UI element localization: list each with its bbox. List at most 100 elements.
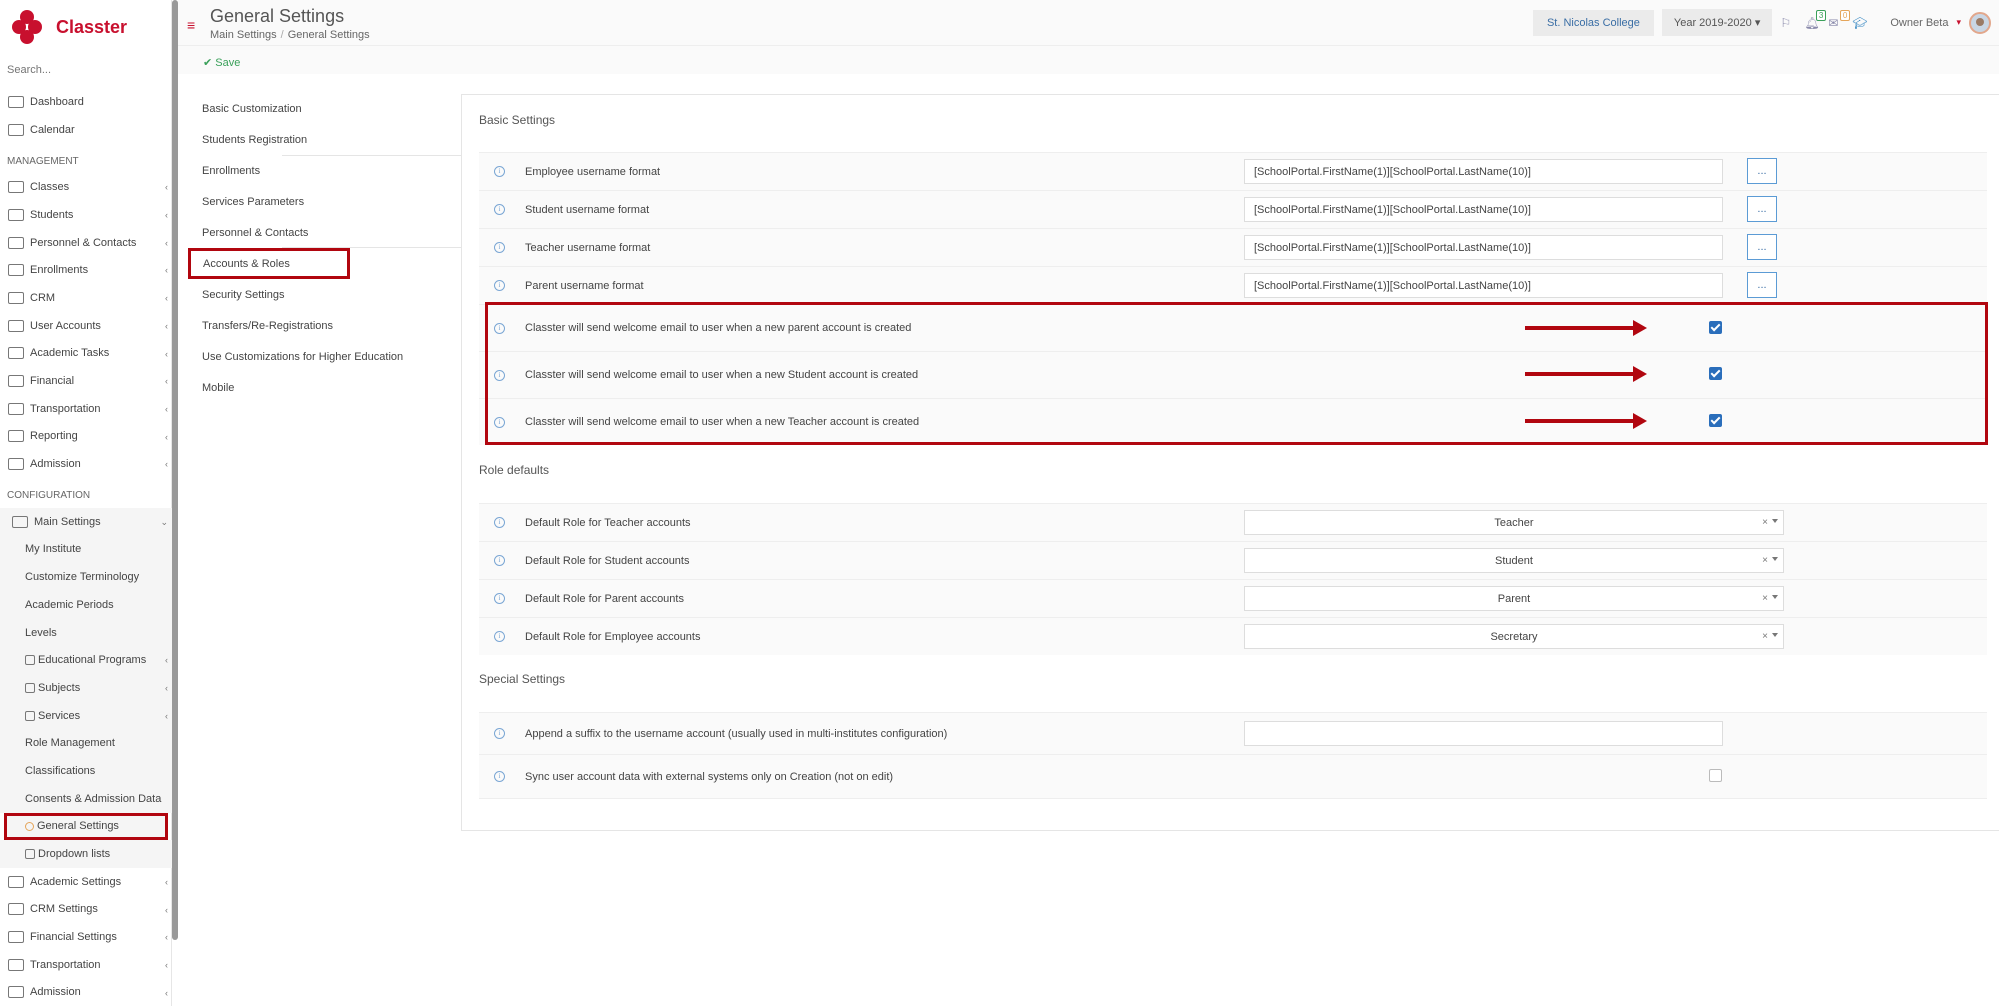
sidebar-item-subjects[interactable]: Subjects ‹ bbox=[0, 674, 172, 702]
sidebar-item-dropdown-lists[interactable]: Dropdown lists bbox=[0, 840, 172, 868]
avatar[interactable] bbox=[1969, 11, 1991, 34]
configuration-heading: CONFIGURATION bbox=[7, 490, 91, 502]
sidebar-item-consents[interactable]: Consents & Admission Data bbox=[0, 784, 172, 813]
chevron-left-icon: ‹ bbox=[165, 959, 168, 970]
clear-icon[interactable]: × bbox=[1762, 631, 1768, 642]
sidebar-item-general-settings[interactable]: General Settings bbox=[4, 812, 168, 841]
menu-higher-education[interactable]: Use Customizations for Higher Education bbox=[190, 341, 460, 372]
info-icon[interactable]: i bbox=[494, 771, 505, 782]
user-caret-icon[interactable]: ▾ bbox=[1956, 17, 1961, 28]
sidebar-item-classes[interactable]: Classes ‹ bbox=[0, 173, 172, 201]
user-name[interactable]: Owner Beta bbox=[1890, 17, 1948, 29]
sidebar-item-levels[interactable]: Levels bbox=[0, 618, 172, 647]
menu-services-parameters[interactable]: Services Parameters bbox=[190, 186, 460, 217]
sidebar-item-academic-tasks[interactable]: Academic Tasks ‹ bbox=[0, 340, 172, 368]
info-icon[interactable]: i bbox=[494, 728, 505, 739]
info-icon[interactable]: i bbox=[494, 555, 505, 566]
graduation-cap-icon[interactable]: 🎓︎ bbox=[1852, 16, 1868, 30]
clear-icon[interactable]: × bbox=[1762, 593, 1768, 604]
sidebar-scrollbar[interactable] bbox=[172, 0, 178, 940]
sidebar-item-academic-settings[interactable]: Academic Settings ‹ bbox=[0, 868, 172, 896]
student-format-more-button[interactable]: ... bbox=[1747, 196, 1777, 222]
info-icon[interactable]: i bbox=[494, 517, 505, 528]
employee-format-more-button[interactable]: ... bbox=[1747, 158, 1777, 184]
calendar-icon bbox=[8, 123, 24, 136]
info-icon[interactable]: i bbox=[494, 322, 505, 334]
year-selector-button[interactable]: Year 2019-2020 ▾ bbox=[1661, 9, 1773, 36]
menu-students-registration[interactable]: Students Registration bbox=[190, 124, 460, 155]
menu-security-settings[interactable]: Security Settings bbox=[190, 279, 460, 310]
parent-format-more-button[interactable]: ... bbox=[1747, 272, 1777, 298]
sidebar-item-classifications[interactable]: Classifications bbox=[0, 757, 172, 785]
menu-transfers[interactable]: Transfers/Re-Registrations bbox=[190, 310, 460, 341]
sidebar-item-academic-periods[interactable]: Academic Periods bbox=[0, 591, 172, 619]
parent-format-input[interactable] bbox=[1244, 273, 1723, 298]
app-logo[interactable]: Classter bbox=[12, 10, 127, 44]
annotation-arrow bbox=[1525, 413, 1647, 429]
envelope-icon[interactable]: ✉ 0 bbox=[1828, 9, 1851, 30]
sync-checkbox[interactable] bbox=[1709, 769, 1722, 782]
page-header: ≡ General Settings Main Settings / General… bbox=[178, 0, 1999, 46]
sidebar-item-financial[interactable]: Financial ‹ bbox=[0, 367, 172, 395]
clear-icon[interactable]: × bbox=[1762, 555, 1768, 566]
info-icon[interactable]: i bbox=[494, 416, 505, 428]
menu-enrollments[interactable]: Enrollments bbox=[190, 155, 460, 186]
sidebar-item-customize-terminology[interactable]: Customize Terminology bbox=[0, 563, 172, 591]
breadcrumb-main-settings[interactable]: Main Settings bbox=[210, 29, 277, 41]
menu-accounts-roles[interactable]: Accounts & Roles bbox=[188, 248, 350, 279]
sidebar-item-students[interactable]: Students ‹ bbox=[0, 201, 172, 229]
teacher-format-more-button[interactable]: ... bbox=[1747, 234, 1777, 260]
info-icon[interactable]: i bbox=[494, 593, 505, 604]
sidebar-item-personnel[interactable]: Personnel & Contacts ‹ bbox=[0, 229, 172, 257]
teacher-format-input[interactable] bbox=[1244, 235, 1723, 260]
employee-format-input[interactable] bbox=[1244, 159, 1723, 184]
sync-label: Sync user account data with external sys… bbox=[525, 770, 894, 783]
sidebar-item-main-settings[interactable]: Main Settings ⌄ bbox=[0, 507, 172, 536]
sidebar-item-user-accounts[interactable]: User Accounts ‹ bbox=[0, 312, 172, 340]
sidebar-item-educational-programs[interactable]: Educational Programs ‹ bbox=[0, 646, 172, 675]
year-label: Year 2019-2020 bbox=[1673, 17, 1752, 29]
chevron-left-icon: ‹ bbox=[165, 683, 168, 694]
sidebar-item-admission-settings[interactable]: Admission ‹ bbox=[0, 979, 172, 1006]
sidebar-search-input[interactable] bbox=[7, 64, 157, 76]
sidebar-item-calendar[interactable]: Calendar bbox=[0, 116, 172, 144]
menu-basic-customization[interactable]: Basic Customization bbox=[190, 93, 460, 124]
sidebar-item-crm[interactable]: CRM ‹ bbox=[0, 284, 172, 312]
sidebar-item-reporting[interactable]: Reporting ‹ bbox=[0, 423, 172, 451]
sidebar-item-services[interactable]: Services ‹ bbox=[0, 701, 172, 730]
info-icon[interactable]: i bbox=[494, 166, 505, 177]
annotation-arrow bbox=[1525, 320, 1647, 336]
chevron-left-icon: ‹ bbox=[165, 293, 168, 304]
sidebar-item-transportation[interactable]: Transportation ‹ bbox=[0, 395, 172, 423]
role-teacher-select[interactable]: Teacher × bbox=[1244, 510, 1784, 535]
info-icon[interactable]: i bbox=[494, 242, 505, 253]
welcome-teacher-checkbox[interactable] bbox=[1709, 414, 1722, 427]
college-selector-button[interactable]: St. Nicolas College bbox=[1532, 9, 1654, 36]
sidebar-item-enrollments[interactable]: Enrollments ‹ bbox=[0, 256, 172, 284]
info-icon[interactable]: i bbox=[494, 280, 505, 291]
sidebar-item-transportation-settings[interactable]: Transportation ‹ bbox=[0, 951, 172, 979]
suffix-input[interactable] bbox=[1244, 721, 1723, 746]
sidebar-item-role-management[interactable]: Role Management bbox=[0, 729, 172, 758]
sidebar-item-admission[interactable]: Admission ‹ bbox=[0, 450, 172, 478]
menu-toggle-icon[interactable]: ≡ bbox=[187, 17, 195, 33]
sidebar-item-crm-settings[interactable]: CRM Settings ‹ bbox=[0, 896, 172, 924]
welcome-parent-checkbox[interactable] bbox=[1709, 321, 1722, 334]
menu-personnel-contacts[interactable]: Personnel & Contacts bbox=[190, 217, 460, 248]
bell-icon[interactable]: 🔔︎ 3 bbox=[1804, 9, 1827, 30]
student-format-input[interactable] bbox=[1244, 197, 1723, 222]
clear-icon[interactable]: × bbox=[1762, 517, 1768, 528]
save-button[interactable]: ✔ Save bbox=[203, 56, 240, 69]
info-icon[interactable]: i bbox=[494, 369, 505, 381]
menu-mobile[interactable]: Mobile bbox=[190, 372, 460, 403]
role-employee-select[interactable]: Secretary × bbox=[1244, 624, 1784, 649]
info-icon[interactable]: i bbox=[494, 631, 505, 642]
welcome-student-checkbox[interactable] bbox=[1709, 367, 1722, 380]
sidebar-item-my-institute[interactable]: My Institute bbox=[0, 535, 172, 564]
sidebar-item-dashboard[interactable]: Dashboard bbox=[0, 88, 172, 116]
info-icon[interactable]: i bbox=[494, 204, 505, 215]
flag-icon[interactable]: ⚐ bbox=[1780, 16, 1796, 30]
role-parent-select[interactable]: Parent × bbox=[1244, 586, 1784, 611]
sidebar-item-financial-settings[interactable]: Financial Settings ‹ bbox=[0, 923, 172, 951]
role-student-select[interactable]: Student × bbox=[1244, 548, 1784, 573]
